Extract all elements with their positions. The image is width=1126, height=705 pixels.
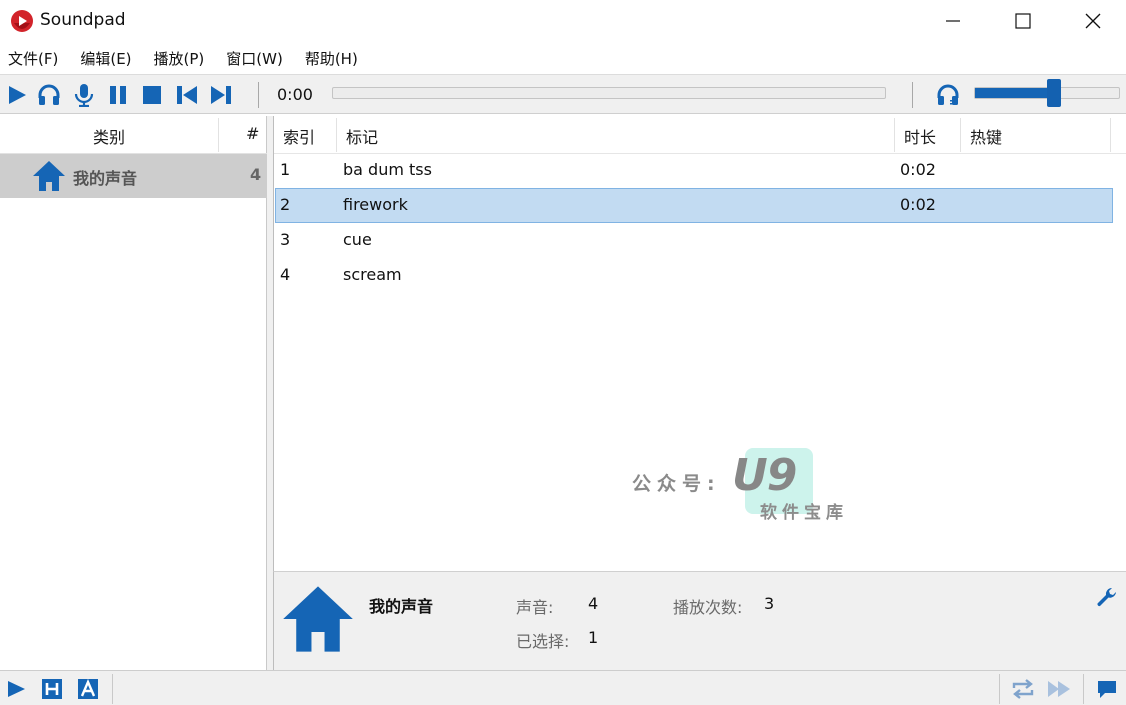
column-divider	[960, 118, 961, 152]
repeat-button[interactable]	[1008, 675, 1038, 703]
fast-forward-icon	[1046, 678, 1072, 700]
window-title: Soundpad	[40, 10, 126, 30]
status-separator	[112, 674, 113, 704]
volume-slider-fill	[975, 88, 1054, 98]
play-icon	[6, 84, 28, 106]
info-selected-value: 1	[588, 628, 599, 647]
sound-row[interactable]: 1 ba dum tss 0:02	[275, 153, 1113, 188]
status-separator	[999, 674, 1000, 704]
previous-icon	[175, 84, 199, 106]
category-item-count: 4	[250, 165, 262, 184]
toolbar-separator	[912, 82, 913, 108]
info-sounds-label: 声音:	[516, 598, 554, 617]
seek-bar[interactable]	[332, 87, 886, 99]
category-info-panel: 我的声音 声音: 4 播放次数: 3 已选择: 1	[273, 571, 1126, 670]
sound-tag: firework	[343, 195, 408, 214]
next-button[interactable]	[204, 75, 238, 115]
tag-column-header[interactable]: 标记	[346, 124, 378, 148]
auto-toggle-button[interactable]	[74, 675, 102, 703]
hotkey-column-header[interactable]: 热键	[970, 124, 1002, 148]
info-category-name: 我的声音	[369, 597, 434, 616]
menu-play[interactable]: 播放(P)	[154, 48, 205, 69]
sound-duration: 0:02	[900, 195, 936, 214]
category-header: 类别 #	[0, 116, 267, 154]
count-column-header[interactable]: #	[246, 124, 259, 143]
home-icon	[32, 160, 66, 192]
title-bar: Soundpad	[0, 0, 1126, 42]
pause-button[interactable]	[101, 75, 135, 115]
menu-help[interactable]: 帮助(H)	[305, 48, 358, 69]
volume-headphones-button[interactable]	[932, 75, 966, 115]
index-column-header[interactable]: 索引	[283, 124, 315, 148]
menu-edit[interactable]: 编辑(E)	[80, 48, 131, 69]
watermark-subtitle: 软件宝库	[760, 503, 848, 523]
sound-index: 1	[280, 160, 291, 179]
hotkeys-toggle-button[interactable]	[38, 675, 66, 703]
maximize-button[interactable]	[988, 0, 1058, 42]
menu-file[interactable]: 文件(F)	[8, 48, 58, 69]
info-plays-label: 播放次数:	[673, 598, 743, 617]
column-divider	[894, 118, 895, 152]
status-bar	[0, 670, 1126, 705]
close-button[interactable]	[1058, 0, 1126, 42]
sound-list-header: 索引 标记 时长 热键	[274, 116, 1126, 154]
sound-row[interactable]: 3 cue	[275, 223, 1113, 258]
chat-button[interactable]	[1094, 675, 1120, 703]
wrench-icon	[1095, 586, 1119, 610]
sound-tag: ba dum tss	[343, 160, 432, 179]
headphones-icon	[936, 83, 962, 107]
column-divider	[1110, 118, 1111, 152]
headphones-icon	[37, 83, 61, 107]
sound-list: 索引 标记 时长 热键 1 ba dum tss 0:02 2 firework…	[273, 116, 1126, 571]
play-microphone-button[interactable]	[67, 75, 101, 115]
microphone-icon	[73, 83, 95, 107]
chat-icon	[1096, 678, 1118, 700]
toolbar-separator	[258, 82, 259, 108]
fast-forward-button[interactable]	[1044, 675, 1074, 703]
column-divider	[218, 118, 219, 152]
status-separator	[1083, 674, 1084, 704]
sound-row-selected[interactable]: 2 firework 0:02	[275, 188, 1113, 223]
duration-column-header[interactable]: 时长	[904, 124, 936, 148]
play-icon	[5, 678, 27, 700]
status-play-button[interactable]	[2, 675, 30, 703]
previous-button[interactable]	[170, 75, 204, 115]
minimize-button[interactable]	[918, 0, 988, 42]
sound-row[interactable]: 4 scream	[275, 258, 1113, 293]
sound-index: 4	[280, 265, 291, 284]
play-button[interactable]	[0, 75, 34, 115]
info-plays-value: 3	[764, 594, 775, 613]
stop-button[interactable]	[135, 75, 169, 115]
category-panel: 类别 # 我的声音 4	[0, 116, 267, 670]
stop-icon	[141, 84, 163, 106]
sound-duration: 0:02	[900, 160, 936, 179]
sound-index: 3	[280, 230, 291, 249]
sound-tag: cue	[343, 230, 372, 249]
menu-bar: 文件(F) 编辑(E) 播放(P) 窗口(W) 帮助(H)	[0, 42, 1126, 74]
watermark-logo: U9	[732, 450, 797, 501]
sound-index: 2	[280, 195, 291, 214]
pause-icon	[107, 84, 129, 106]
play-headphones-button[interactable]	[32, 75, 66, 115]
h-box-icon	[41, 678, 63, 700]
a-box-icon	[77, 678, 99, 700]
info-sounds-value: 4	[588, 594, 599, 613]
next-icon	[209, 84, 233, 106]
watermark-text: 公众号:	[632, 473, 721, 495]
category-item[interactable]: 我的声音 4	[0, 154, 267, 198]
playback-time: 0:00	[277, 85, 313, 104]
menu-window[interactable]: 窗口(W)	[226, 48, 283, 69]
repeat-icon	[1010, 678, 1036, 700]
home-icon	[281, 582, 355, 656]
column-divider	[336, 118, 337, 152]
category-column-header[interactable]: 类别	[0, 124, 218, 148]
volume-slider-thumb[interactable]	[1047, 79, 1061, 107]
sound-tag: scream	[343, 265, 402, 284]
info-selected-label: 已选择:	[516, 632, 570, 651]
category-item-label: 我的声音	[73, 169, 138, 188]
settings-wrench-button[interactable]	[1095, 586, 1119, 610]
soundpad-logo-icon	[10, 9, 34, 33]
